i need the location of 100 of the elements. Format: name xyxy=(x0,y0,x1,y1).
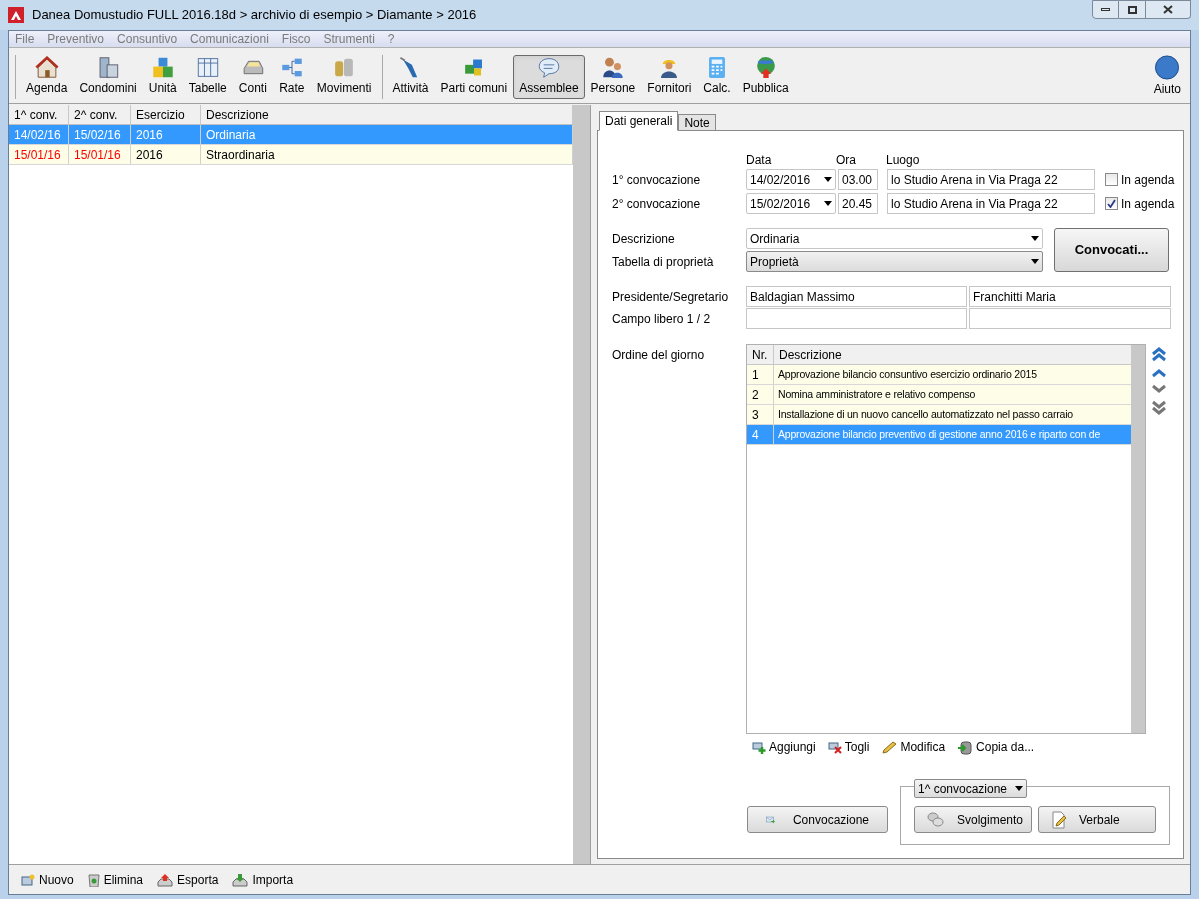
agenda-action-link[interactable]: Aggiungi xyxy=(752,738,816,756)
toolbar-button[interactable]: Unità xyxy=(142,54,183,99)
minimize-button[interactable] xyxy=(1092,0,1119,19)
scrollbar[interactable] xyxy=(1131,345,1145,733)
menu-item[interactable]: Preventivo xyxy=(47,30,105,48)
maximize-button[interactable] xyxy=(1119,0,1146,19)
toolbar-button[interactable]: Attività xyxy=(386,54,435,99)
checkbox[interactable] xyxy=(1105,173,1118,186)
agenda-row[interactable]: 2 Nomina amministratore e relativo compenso xyxy=(747,385,1131,405)
dropdown-arrow-icon xyxy=(1031,259,1039,264)
column-header[interactable]: Descrizione xyxy=(774,345,1131,364)
field-label: 2° convocazione xyxy=(612,195,702,213)
menu-item[interactable]: Strumenti xyxy=(323,30,375,48)
checkbox[interactable] xyxy=(1105,197,1118,210)
toolbar-button[interactable]: Assemblee xyxy=(513,54,585,99)
field-label: 1° convocazione xyxy=(612,171,702,189)
session-dropdown[interactable]: 1^ convocazione xyxy=(914,779,1027,798)
table-cell: 1 xyxy=(747,365,774,384)
toolbar-button[interactable]: Parti comuni xyxy=(434,54,514,99)
table-cell-text: Approvazione bilancio preventivo di gestione anno 2016 e riparto con de xyxy=(777,426,1102,442)
place-field[interactable]: lo Studio Arena in Via Praga 22 xyxy=(887,193,1095,214)
session-button[interactable]: Verbale xyxy=(1038,806,1156,833)
agenda-action-link[interactable]: Copia da... xyxy=(957,738,1035,756)
secretary-field[interactable]: Franchitti Maria xyxy=(969,286,1171,307)
free-field[interactable] xyxy=(746,308,967,329)
field-label: Ordine del giorno xyxy=(612,347,706,364)
tab[interactable]: Dati generali xyxy=(599,111,679,131)
invitees-button[interactable]: Convocati... xyxy=(1054,228,1169,272)
menu-item[interactable]: Comunicazioni xyxy=(190,30,269,48)
place-field[interactable]: lo Studio Arena in Via Praga 22 xyxy=(887,169,1095,190)
assembly-row[interactable]: 15/01/16 15/01/16 2016 Straordinaria xyxy=(9,145,573,165)
table-cell: 2 xyxy=(747,385,774,404)
dropdown-arrow-icon xyxy=(824,201,832,206)
house-icon xyxy=(33,55,60,79)
column-header[interactable]: 2^ conv. xyxy=(69,105,131,124)
toolbar-button[interactable]: Conti xyxy=(232,54,273,99)
status-action-button[interactable]: Importa xyxy=(232,870,294,889)
status-action-button[interactable]: Esporta xyxy=(157,870,219,889)
column-header[interactable]: Esercizio xyxy=(131,105,201,124)
toolbar-button[interactable]: Condomini xyxy=(73,54,143,99)
field-label: Presidente/Segretario xyxy=(612,288,730,306)
agenda-action-link[interactable]: Togli xyxy=(827,738,870,756)
status-action-button[interactable]: Nuovo xyxy=(21,870,74,889)
window-title: Danea Domustudio FULL 2016.18d > archivio di esempio > Diamante > 2016 xyxy=(32,6,478,25)
field-label: Descrizione xyxy=(612,230,676,248)
time-field[interactable]: 03.00 xyxy=(838,169,878,190)
document-pencil-icon xyxy=(1051,810,1067,829)
scrollbar[interactable] xyxy=(573,105,590,864)
description-dropdown[interactable]: Ordinaria xyxy=(746,228,1043,249)
field-label: Campo libero 1 / 2 xyxy=(612,310,712,328)
help-button[interactable]: Aiuto xyxy=(1150,54,1184,99)
toolbar-button[interactable]: Agenda xyxy=(20,54,74,99)
time-field[interactable]: 20.45 xyxy=(838,193,878,214)
menu-item[interactable]: ? xyxy=(387,30,395,48)
add-row-icon xyxy=(752,740,766,754)
close-icon xyxy=(1163,5,1173,14)
close-button[interactable] xyxy=(1146,0,1191,19)
table-cell: 14/02/16 xyxy=(9,125,69,144)
convocation-button[interactable]: Convocazione xyxy=(747,806,888,833)
date-dropdown[interactable]: 14/02/2016 xyxy=(746,169,836,190)
column-header[interactable]: Nr. xyxy=(747,345,774,364)
session-button[interactable]: Svolgimento xyxy=(914,806,1032,833)
toolbar-button[interactable]: Calc. xyxy=(697,54,737,99)
pencil-icon xyxy=(881,740,898,754)
agenda-row[interactable]: 1 Approvazione bilancio consuntivo esercizio ordinario 2015 xyxy=(747,365,1131,385)
table-cell: 3 xyxy=(747,405,774,424)
toolbar-button[interactable]: Fornitori xyxy=(641,54,698,99)
toolbar-button[interactable]: Rate xyxy=(272,54,311,99)
double-up-chevron-icon[interactable] xyxy=(1151,347,1167,362)
menu-item[interactable]: Consuntivo xyxy=(117,30,178,48)
down-chevron-icon[interactable] xyxy=(1151,384,1167,394)
app-logo-icon xyxy=(8,7,24,23)
agenda-action-link[interactable]: Modifica xyxy=(881,738,946,756)
export-icon xyxy=(157,872,174,887)
table-cell-text: Nomina amministratore e relativo compenso xyxy=(777,386,977,402)
president-field[interactable]: Baldagian Massimo xyxy=(746,286,967,307)
agenda-row[interactable]: 3 Installazione di un nuovo cancello automatizzato nel passo carraio xyxy=(747,405,1131,425)
checkbox-label: In agenda xyxy=(1121,171,1175,189)
toolbar-button[interactable]: Pubblica xyxy=(736,54,795,99)
date-dropdown[interactable]: 15/02/2016 xyxy=(746,193,836,214)
table-cell-text: Approvazione bilancio consuntivo esercizio ordinario 2015 xyxy=(777,366,1038,382)
speech-bubbles-icon xyxy=(927,811,945,828)
menu-item[interactable]: Fisco xyxy=(281,30,311,48)
dropdown-arrow-icon xyxy=(824,177,832,182)
double-down-chevron-icon[interactable] xyxy=(1151,400,1167,415)
column-header[interactable]: 1^ conv. xyxy=(9,105,69,124)
up-chevron-icon[interactable] xyxy=(1151,368,1167,378)
ownership-table-dropdown[interactable]: Proprietà xyxy=(746,251,1043,272)
status-action-button[interactable]: Elimina xyxy=(87,870,144,889)
table-cell: 15/01/16 xyxy=(9,145,69,164)
table-cell-text: Installazione di un nuovo cancello automatizzato nel passo carraio xyxy=(777,406,1074,422)
dropdown-arrow-icon xyxy=(1031,236,1039,241)
toolbar-button[interactable]: Tabelle xyxy=(182,54,233,99)
toolbar-button[interactable]: Movimenti xyxy=(310,54,378,99)
new-card-icon xyxy=(21,873,35,886)
toolbar-button[interactable]: Persone xyxy=(584,54,642,99)
free-field[interactable] xyxy=(969,308,1171,329)
checkbox-label: In agenda xyxy=(1121,195,1175,213)
table-cell: 4 xyxy=(747,425,774,444)
remove-row-icon xyxy=(827,740,842,754)
